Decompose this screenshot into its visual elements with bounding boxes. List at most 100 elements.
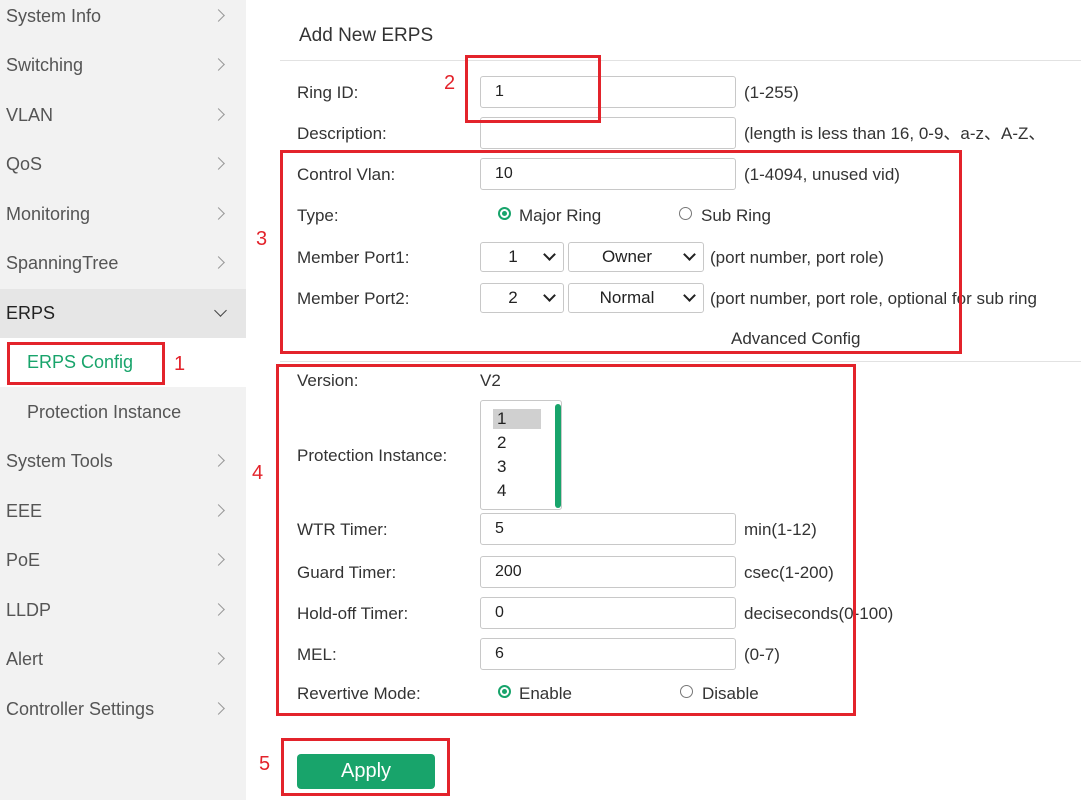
apply-button[interactable]: Apply: [297, 754, 435, 789]
sub-ring-radio[interactable]: [679, 207, 692, 220]
revertive-enable-label: Enable: [519, 684, 572, 703]
sidebar-item-label: PoE: [6, 550, 41, 570]
chevron-right-icon: [212, 701, 225, 715]
chevron-down-icon: [683, 289, 696, 302]
mel-input[interactable]: [480, 638, 736, 670]
select-value: 1: [508, 247, 518, 266]
chevron-right-icon: [212, 453, 225, 467]
control-vlan-hint: (1-4094, unused vid): [744, 165, 900, 184]
guard-timer-input[interactable]: [480, 556, 736, 588]
member-port2-hint: (port number, port role, optional for su…: [710, 289, 1037, 308]
listbox-scrollbar[interactable]: [555, 404, 561, 508]
control-vlan-input[interactable]: [480, 158, 736, 190]
type-label: Type:: [297, 206, 339, 225]
description-hint: (length is less than 16, 0-9、a-z、A-Z、: [744, 124, 1046, 143]
holdoff-timer-label: Hold-off Timer:: [297, 604, 409, 623]
wtr-timer-input[interactable]: [480, 513, 736, 545]
member-port1-port-select[interactable]: 1: [480, 242, 564, 272]
description-input[interactable]: [480, 117, 736, 149]
sidebar-item-label: ERPS Config: [27, 352, 134, 372]
sidebar-item-switching[interactable]: Switching: [0, 41, 246, 90]
holdoff-timer-hint: deciseconds(0-100): [744, 604, 894, 623]
sidebar-item-lldp[interactable]: LLDP: [0, 586, 246, 635]
version-value: V2: [480, 371, 501, 390]
chevron-right-icon: [212, 255, 225, 269]
revertive-enable-radio[interactable]: [498, 685, 511, 698]
major-ring-label: Major Ring: [519, 206, 602, 225]
chevron-right-icon: [212, 8, 225, 22]
sidebar-item-label: VLAN: [6, 105, 54, 125]
sidebar-item-poe[interactable]: PoE: [0, 536, 246, 585]
mel-label: MEL:: [297, 645, 337, 664]
sidebar-item-controller-settings[interactable]: Controller Settings: [0, 685, 246, 734]
sidebar: System Info Switching VLAN QoS Monitorin…: [0, 0, 246, 800]
protection-instance-listbox[interactable]: 1 2 3 4: [480, 400, 562, 510]
wtr-timer-label: WTR Timer:: [297, 520, 388, 539]
member-port1-role-select[interactable]: Owner: [568, 242, 704, 272]
revertive-disable-radio[interactable]: [680, 685, 693, 698]
sidebar-item-label: ERPS: [6, 303, 56, 323]
chevron-right-icon: [212, 206, 225, 220]
member-port1-label: Member Port1:: [297, 248, 410, 267]
member-port1-hint: (port number, port role): [710, 248, 884, 267]
sidebar-item-label: System Tools: [6, 451, 113, 471]
chevron-right-icon: [212, 602, 225, 616]
chevron-right-icon: [212, 107, 225, 121]
member-port2-label: Member Port2:: [297, 289, 410, 308]
revertive-mode-label: Revertive Mode:: [297, 684, 421, 703]
guard-timer-label: Guard Timer:: [297, 563, 397, 582]
chevron-down-icon: [683, 248, 696, 261]
sidebar-item-label: Alert: [6, 649, 44, 669]
sidebar-item-qos[interactable]: QoS: [0, 140, 246, 189]
chevron-right-icon: [212, 503, 225, 517]
chevron-right-icon: [212, 552, 225, 566]
select-value: 2: [508, 288, 518, 307]
sidebar-item-vlan[interactable]: VLAN: [0, 91, 246, 140]
annotation-number-3: 3: [256, 228, 268, 250]
major-ring-radio[interactable]: [498, 207, 511, 220]
guard-timer-hint: csec(1-200): [744, 563, 834, 582]
sidebar-item-label: Monitoring: [6, 204, 91, 224]
list-item[interactable]: 3: [493, 457, 541, 477]
sidebar-item-eee[interactable]: EEE: [0, 487, 246, 536]
sidebar-item-label: Protection Instance: [27, 402, 182, 422]
ring-id-hint: (1-255): [744, 83, 799, 102]
member-port2-port-select[interactable]: 2: [480, 283, 564, 313]
annotation-number-5: 5: [259, 753, 271, 775]
ring-id-input[interactable]: [480, 76, 736, 108]
sidebar-item-spanningtree[interactable]: SpanningTree: [0, 239, 246, 288]
protection-instance-label: Protection Instance:: [297, 446, 448, 465]
control-vlan-label: Control Vlan:: [297, 165, 396, 184]
sidebar-item-label: EEE: [6, 501, 43, 521]
sidebar-item-protection-instance[interactable]: Protection Instance: [0, 388, 246, 437]
chevron-right-icon: [212, 651, 225, 665]
list-item[interactable]: 4: [493, 481, 541, 501]
holdoff-timer-input[interactable]: [480, 597, 736, 629]
list-item[interactable]: 2: [493, 433, 541, 453]
title-divider: [280, 60, 1081, 61]
advanced-config-link[interactable]: Advanced Config: [731, 329, 860, 349]
sidebar-item-system-info[interactable]: System Info: [0, 0, 246, 41]
mel-hint: (0-7): [744, 645, 780, 664]
ring-id-label: Ring ID:: [297, 83, 359, 102]
version-label: Version:: [297, 371, 359, 390]
member-port2-role-select[interactable]: Normal: [568, 283, 704, 313]
annotation-number-1: 1: [174, 353, 186, 375]
chevron-right-icon: [212, 156, 225, 170]
list-item[interactable]: 1: [493, 409, 541, 429]
sidebar-item-monitoring[interactable]: Monitoring: [0, 190, 246, 239]
sidebar-item-label: QoS: [6, 154, 43, 174]
chevron-down-icon: [543, 289, 556, 302]
sidebar-item-label: Controller Settings: [6, 699, 155, 719]
chevron-down-icon: [214, 303, 227, 317]
chevron-down-icon: [543, 248, 556, 261]
annotation-number-4: 4: [252, 462, 264, 484]
sidebar-item-erps-config[interactable]: ERPS Config: [0, 338, 246, 387]
select-value: Owner: [601, 247, 653, 266]
sidebar-item-system-tools[interactable]: System Tools: [0, 437, 246, 486]
sidebar-item-alert[interactable]: Alert: [0, 635, 246, 684]
revertive-disable-label: Disable: [702, 684, 759, 703]
sidebar-item-erps[interactable]: ERPS: [0, 289, 246, 338]
description-label: Description:: [297, 124, 387, 143]
page-title: Add New ERPS: [299, 25, 434, 46]
